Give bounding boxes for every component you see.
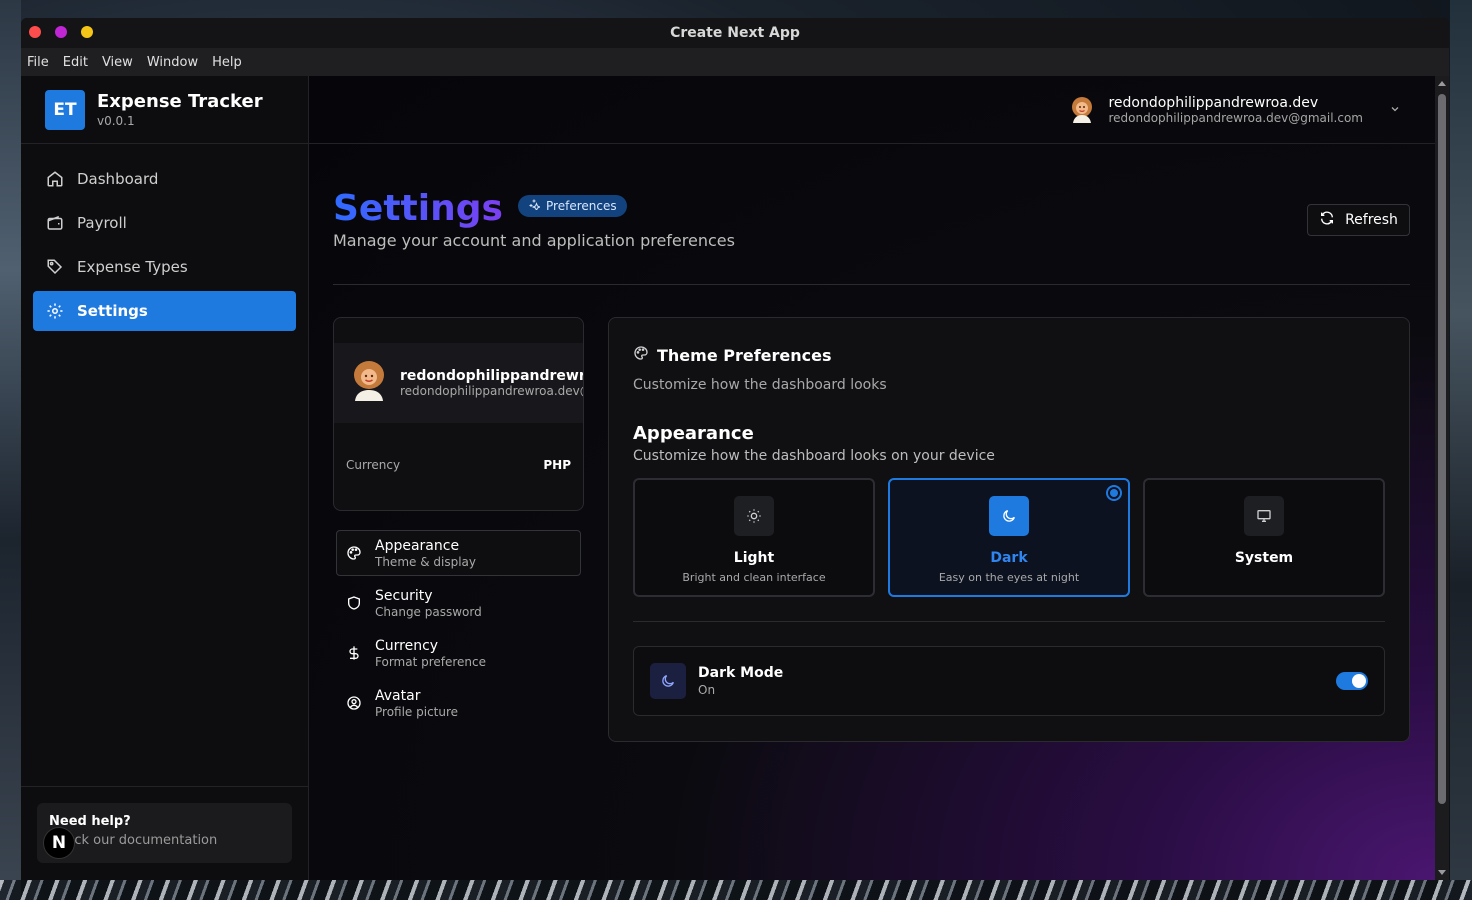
sidebar-item-settings[interactable]: Settings	[33, 291, 296, 331]
settings-nav-security[interactable]: Security Change password	[336, 580, 581, 626]
theme-option-system[interactable]: System	[1143, 478, 1385, 597]
settings-nav-appearance[interactable]: Appearance Theme & display	[336, 530, 581, 576]
app-window: Create Next App File Edit View Window He…	[21, 18, 1449, 880]
sidebar-item-payroll[interactable]: Payroll	[33, 203, 296, 243]
window-controls	[29, 26, 93, 38]
avatar	[352, 361, 386, 405]
menu-view[interactable]: View	[102, 55, 133, 70]
preferences-badge: Preferences	[518, 194, 627, 217]
page-subtitle: Manage your account and application pref…	[333, 231, 735, 250]
theme-option-light[interactable]: Light Bright and clean interface	[633, 478, 875, 597]
theme-preferences-card: Theme Preferences Customize how the dash…	[608, 317, 1410, 742]
desktop-wallpaper-left	[0, 0, 21, 900]
title-bar: Create Next App	[21, 18, 1449, 48]
maximize-window-button[interactable]	[81, 26, 93, 38]
profile-card: redondophilippandrewroa.dev redondophili…	[333, 317, 584, 511]
theme-options: Light Bright and clean interface Dark Ea…	[633, 478, 1385, 597]
sidebar-nav: Dashboard Payroll Expense Types Settings	[21, 144, 308, 350]
close-window-button[interactable]	[29, 26, 41, 38]
avatar	[1068, 96, 1096, 124]
help-title: Need help?	[49, 814, 131, 829]
moon-icon	[650, 663, 686, 699]
currency-label: Currency	[346, 458, 401, 472]
user-name: redondophilippandrewroa.dev	[1108, 94, 1319, 111]
theme-card-divider	[633, 621, 1385, 622]
main-content: redondophilippandrewroa.dev redondophili…	[309, 76, 1435, 880]
app-body: ET Expense Tracker v0.0.1 Dashboard Payr…	[21, 76, 1435, 880]
scrollbar-thumb[interactable]	[1438, 94, 1446, 804]
user-menu[interactable]: redondophilippandrewroa.dev redondophili…	[1068, 95, 1401, 125]
settings-nav-avatar[interactable]: Avatar Profile picture	[336, 680, 581, 726]
profile-name: redondophilippandrewroa.dev	[400, 368, 583, 384]
tag-icon	[45, 257, 65, 277]
menu-edit[interactable]: Edit	[63, 55, 88, 70]
desktop-wallpaper-bottom	[0, 880, 1472, 900]
minimize-window-button[interactable]	[55, 26, 67, 38]
monitor-icon	[1244, 496, 1284, 536]
window-title: Create Next App	[670, 25, 800, 41]
sidebar-item-label: Settings	[77, 302, 148, 320]
home-icon	[45, 169, 65, 189]
refresh-button[interactable]: Refresh	[1307, 204, 1410, 236]
sidebar-item-label: Payroll	[77, 214, 127, 232]
sidebar-item-label: Expense Types	[77, 258, 188, 276]
brand: ET Expense Tracker v0.0.1	[21, 76, 308, 144]
chevron-down-icon[interactable]	[1389, 100, 1401, 119]
header-divider	[333, 284, 1410, 285]
currency-value: PHP	[543, 458, 571, 472]
settings-nav: Appearance Theme & display Security Chan…	[336, 530, 581, 730]
desktop-wallpaper-right	[1450, 0, 1472, 900]
shield-icon	[345, 595, 363, 611]
palette-icon	[345, 545, 363, 561]
wallet-icon	[45, 213, 65, 233]
page-header: Settings Preferences Manage your account…	[333, 188, 1410, 250]
sun-icon	[734, 496, 774, 536]
page-title: Settings	[333, 188, 503, 229]
appearance-title: Appearance	[633, 423, 754, 444]
sidebar-item-dashboard[interactable]: Dashboard	[33, 159, 296, 199]
brand-logo: ET	[45, 89, 85, 130]
dollar-icon	[345, 645, 363, 661]
gear-icon	[45, 301, 65, 321]
sidebar-item-label: Dashboard	[77, 170, 159, 188]
dark-mode-row: Dark Mode On	[633, 646, 1385, 716]
user-email: redondophilippandrewroa.dev@gmail.com	[1108, 110, 1363, 125]
profile-summary: redondophilippandrewroa.dev redondophili…	[334, 343, 583, 423]
brand-name: Expense Tracker	[97, 91, 263, 112]
dark-mode-toggle[interactable]	[1336, 672, 1368, 690]
help-card[interactable]: Need help? Check our documentation N	[37, 803, 292, 863]
dark-mode-state: On	[698, 683, 716, 697]
help-section: Need help? Check our documentation N	[21, 786, 308, 879]
refresh-icon	[1319, 210, 1335, 230]
user-circle-icon	[345, 695, 363, 711]
help-subtitle: Check our documentation	[49, 833, 218, 848]
profile-currency-row: Currency PHP	[346, 458, 571, 472]
sidebar: ET Expense Tracker v0.0.1 Dashboard Payr…	[21, 76, 309, 880]
sidebar-item-expense-types[interactable]: Expense Types	[33, 247, 296, 287]
selected-indicator	[1108, 487, 1120, 499]
theme-card-subtitle: Customize how the dashboard looks	[633, 377, 887, 393]
menu-bar: File Edit View Window Help	[21, 48, 1449, 76]
profile-email: redondophilippandrewroa.dev@gmail.com	[400, 384, 583, 398]
scroll-down-arrow[interactable]	[1438, 870, 1446, 875]
scroll-up-arrow[interactable]	[1438, 81, 1446, 86]
menu-window[interactable]: Window	[147, 55, 198, 70]
scrollbar[interactable]	[1435, 76, 1449, 880]
settings-nav-currency[interactable]: Currency Format preference	[336, 630, 581, 676]
menu-file[interactable]: File	[27, 55, 49, 70]
top-bar: redondophilippandrewroa.dev redondophili…	[309, 76, 1435, 144]
dark-mode-label: Dark Mode	[698, 665, 784, 681]
theme-card-title: Theme Preferences	[633, 345, 1385, 365]
menu-help[interactable]: Help	[212, 55, 242, 70]
brand-version: v0.0.1	[97, 114, 135, 128]
sparkles-icon	[528, 198, 542, 213]
palette-icon	[633, 345, 649, 365]
moon-icon	[989, 496, 1029, 536]
appearance-subtitle: Customize how the dashboard looks on you…	[633, 448, 995, 464]
nextjs-dev-badge[interactable]: N	[43, 827, 75, 859]
theme-option-dark[interactable]: Dark Easy on the eyes at night	[888, 478, 1130, 597]
